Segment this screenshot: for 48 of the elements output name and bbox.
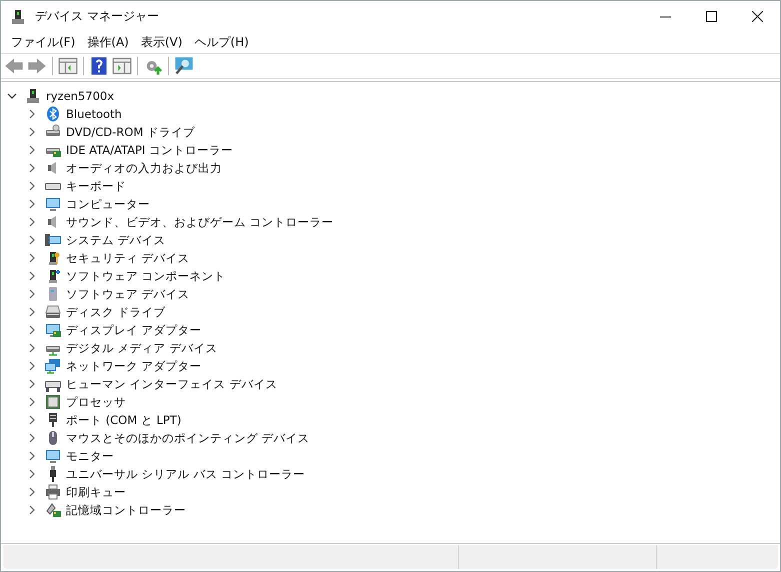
tree-item-label[interactable]: プロセッサ	[66, 394, 126, 410]
menu-item[interactable]: ファイル(F)	[5, 34, 82, 51]
tree-item-label[interactable]: ryzen5700x	[46, 89, 114, 103]
window-title: デバイス マネージャー	[35, 8, 160, 25]
help-icon[interactable]	[89, 56, 109, 76]
menu-item[interactable]: 表示(V)	[134, 34, 188, 51]
tree-item-label[interactable]: DVD/CD-ROM ドライブ	[66, 124, 195, 140]
computer-icon	[25, 88, 41, 104]
back-arrow-icon[interactable]	[4, 56, 24, 76]
tree-item-label[interactable]: サウンド、ビデオ、およびゲーム コントローラー	[66, 214, 334, 230]
action-pane-icon[interactable]	[112, 56, 132, 76]
tree-item-label[interactable]: ディスプレイ アダプター	[66, 322, 202, 338]
tree-item-label[interactable]: コンピューター	[66, 196, 150, 212]
tree-item-label[interactable]: ヒューマン インターフェイス デバイス	[66, 376, 278, 392]
tree-item-label[interactable]: ネットワーク アダプター	[66, 358, 202, 374]
drive-icon	[45, 304, 61, 320]
tree-item-label[interactable]: デジタル メディア デバイス	[66, 340, 218, 356]
close-icon[interactable]	[752, 11, 762, 22]
tree-item-label[interactable]: オーディオの入力および出力	[66, 160, 222, 176]
menu-item[interactable]: 操作(A)	[81, 34, 135, 51]
tree-item-label[interactable]: Bluetooth	[66, 107, 122, 121]
tree-item-label[interactable]: ソフトウェア コンポーネント	[66, 268, 226, 284]
tree-item-label[interactable]: 記憶域コントローラー	[66, 502, 186, 518]
tree-item-label[interactable]: ユニバーサル シリアル バス コントローラー	[66, 466, 305, 482]
menu-item[interactable]: ヘルプ(H)	[188, 34, 255, 51]
bluetooth-icon	[45, 106, 61, 122]
tree-item-label[interactable]: キーボード	[66, 178, 126, 194]
maximize-icon[interactable]	[706, 11, 716, 22]
tree-item-label[interactable]: 印刷キュー	[66, 484, 126, 500]
tree-item-label[interactable]: マウスとそのほかのポインティング デバイス	[66, 430, 310, 446]
app-icon	[10, 8, 26, 24]
console-tree-icon[interactable]	[58, 56, 78, 76]
network-icon	[45, 358, 61, 374]
tree-item-label[interactable]: IDE ATA/ATAPI コントローラー	[66, 142, 233, 158]
monitor-icon	[45, 196, 61, 212]
tree-item-label[interactable]: モニター	[66, 448, 114, 464]
tree-item-label[interactable]: セキュリティ デバイス	[66, 250, 190, 266]
tree-item-label[interactable]: ディスク ドライブ	[66, 304, 166, 320]
monitor-icon	[45, 448, 61, 464]
tree-item-label[interactable]: システム デバイス	[66, 232, 166, 248]
forward-arrow-icon[interactable]	[27, 56, 47, 76]
display-adapter-icon	[45, 322, 61, 338]
tree-item-label[interactable]: ソフトウェア デバイス	[66, 286, 190, 302]
monitor-search-icon[interactable]	[174, 56, 194, 76]
printer-icon	[45, 484, 61, 500]
chip-icon	[45, 394, 61, 410]
tree-item-label[interactable]: ポート (COM と LPT)	[66, 412, 182, 428]
storage-controller-icon	[45, 502, 61, 518]
